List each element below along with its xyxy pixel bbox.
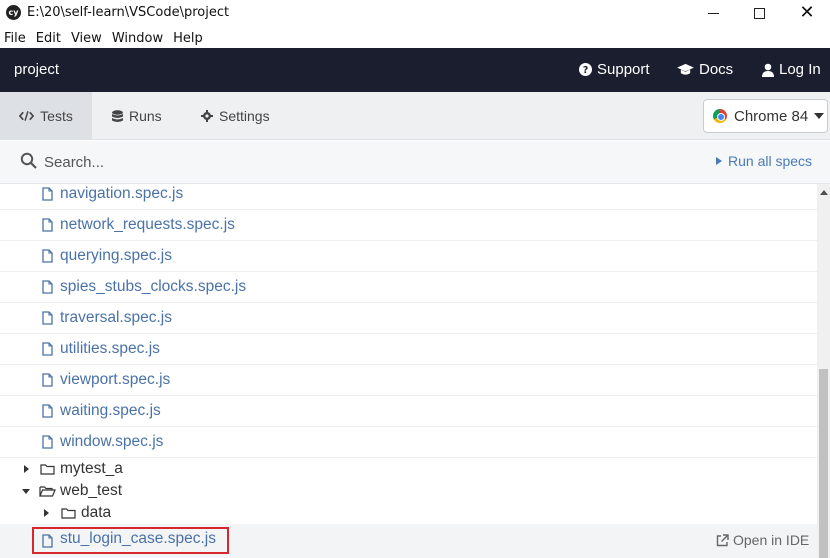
file-icon [42, 280, 53, 294]
menu-window[interactable]: Window [107, 31, 168, 46]
file-icon [42, 218, 53, 232]
spec-label: navigation.spec.js [60, 185, 184, 202]
tab-tests[interactable]: Tests [0, 92, 92, 140]
selected-spec-label[interactable]: stu_login_case.spec.js [60, 530, 216, 548]
gear-icon [201, 110, 213, 122]
folder-row-mytest-a[interactable]: mytest_a [0, 458, 817, 480]
open-in-ide-button[interactable]: Open in IDE [716, 532, 809, 548]
menu-file[interactable]: File [0, 31, 31, 46]
file-icon [42, 373, 53, 387]
scroll-up-arrow-icon[interactable] [820, 190, 828, 195]
tab-runs[interactable]: Runs [112, 92, 162, 140]
cypress-app-icon: cy [6, 5, 21, 20]
folder-icon [40, 464, 55, 475]
caret-down-icon [814, 113, 825, 119]
open-in-ide-label: Open in IDE [733, 532, 810, 548]
tab-tests-label: Tests [40, 108, 73, 124]
support-label: Support [597, 61, 650, 78]
spec-label: window.spec.js [60, 433, 164, 450]
chevron-right-icon [44, 509, 49, 517]
spec-row[interactable]: window.spec.js [0, 427, 817, 458]
minimize-icon [707, 12, 719, 14]
play-icon [716, 157, 722, 165]
spec-row[interactable]: querying.spec.js [0, 241, 817, 272]
menu-help[interactable]: Help [168, 31, 208, 46]
search-icon [20, 152, 37, 169]
run-all-specs-label: Run all specs [728, 153, 813, 169]
scrollbar-thumb[interactable] [819, 369, 828, 558]
close-icon: ✕ [799, 2, 815, 23]
folder-label: data [81, 504, 112, 521]
spec-row[interactable]: viewport.spec.js [0, 365, 817, 396]
spec-label: spies_stubs_clocks.spec.js [60, 278, 247, 295]
code-icon [19, 111, 35, 121]
spec-row[interactable]: spies_stubs_clocks.spec.js [0, 272, 817, 303]
chevron-right-icon [24, 465, 29, 473]
spec-label: network_requests.spec.js [60, 216, 235, 233]
spec-label: traversal.spec.js [60, 309, 172, 326]
search-input[interactable] [44, 151, 444, 173]
menu-view[interactable]: View [66, 31, 107, 46]
folder-row-web-test[interactable]: web_test [0, 480, 817, 502]
folder-label: web_test [60, 482, 123, 499]
tab-runs-label: Runs [129, 108, 162, 124]
login-link[interactable]: Log In [762, 61, 821, 78]
browser-label: Chrome 84 [734, 107, 809, 125]
browser-select-button[interactable]: Chrome 84 [703, 99, 828, 133]
file-icon [42, 311, 53, 325]
external-link-icon [716, 533, 729, 546]
window-title: E:\20\self-learn\VSCode\project [27, 5, 230, 20]
user-icon [762, 63, 774, 77]
docs-link[interactable]: Docs [677, 61, 733, 78]
tab-settings[interactable]: Settings [201, 92, 270, 140]
file-icon [42, 249, 53, 263]
file-icon [42, 187, 53, 201]
folder-row-data[interactable]: data [0, 502, 817, 524]
chrome-icon [713, 109, 727, 123]
svg-text:?: ? [583, 65, 588, 76]
project-title: project [14, 61, 60, 78]
app-header: project ? Support Docs Log In [0, 48, 830, 92]
login-label: Log In [779, 61, 821, 78]
folder-open-icon [39, 486, 56, 497]
spec-row[interactable]: navigation.spec.js [0, 184, 817, 210]
file-icon [42, 404, 53, 418]
spec-row[interactable]: utilities.spec.js [0, 334, 817, 365]
minimize-button[interactable] [690, 0, 736, 26]
search-bar: Run all specs [0, 141, 830, 184]
spec-label: utilities.spec.js [60, 340, 160, 357]
docs-label: Docs [699, 61, 734, 78]
close-button[interactable]: ✕ [784, 0, 830, 26]
spec-row[interactable]: waiting.spec.js [0, 396, 817, 427]
title-bar: cy E:\20\self-learn\VSCode\project ✕ [0, 0, 830, 26]
scrollbar[interactable] [817, 184, 830, 558]
spec-label: waiting.spec.js [60, 402, 161, 419]
spec-row[interactable]: network_requests.spec.js [0, 210, 817, 241]
tab-settings-label: Settings [219, 108, 270, 124]
menu-edit[interactable]: Edit [31, 31, 66, 46]
question-circle-icon: ? [579, 63, 592, 76]
file-icon [42, 342, 53, 356]
chevron-down-icon [22, 489, 30, 494]
menu-bar: File Edit View Window Help [0, 28, 830, 48]
spec-label: viewport.spec.js [60, 371, 171, 388]
folder-icon [61, 508, 76, 519]
run-all-specs-button[interactable]: Run all specs [716, 153, 812, 169]
maximize-button[interactable] [736, 0, 782, 26]
graduation-cap-icon [677, 63, 694, 75]
spec-row[interactable]: traversal.spec.js [0, 303, 817, 334]
spec-list: navigation.spec.js network_requests.spec… [0, 184, 817, 558]
spec-label: querying.spec.js [60, 247, 173, 264]
database-icon [112, 109, 123, 122]
support-link[interactable]: ? Support [579, 61, 650, 78]
file-icon [42, 534, 53, 548]
maximize-icon [753, 7, 765, 19]
file-icon [42, 435, 53, 449]
folder-label: mytest_a [60, 460, 123, 477]
